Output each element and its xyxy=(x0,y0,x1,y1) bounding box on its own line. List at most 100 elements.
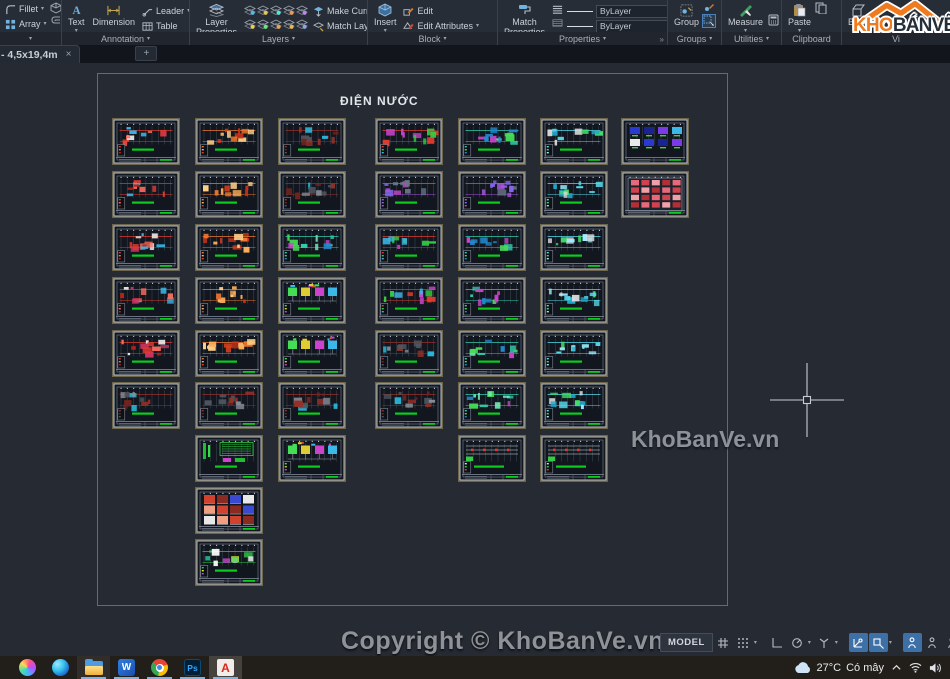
clipboard-panel-label[interactable]: Clipboard xyxy=(782,32,841,45)
sheet-thumbnail-r4c2[interactable] xyxy=(195,277,263,324)
chrome-taskbar-button[interactable] xyxy=(143,656,176,679)
layer-tool-icon-4[interactable] xyxy=(282,3,295,17)
sheet-thumbnail-r3c4[interactable] xyxy=(375,224,443,271)
text-button[interactable]: A Text ▾ xyxy=(66,2,87,32)
copilot-taskbar-button[interactable] xyxy=(11,656,44,679)
sheet-thumbnail-r6c2[interactable] xyxy=(195,382,263,429)
object-snap-tracking-icon[interactable] xyxy=(849,633,868,652)
insert-button[interactable]: Insert ▾ xyxy=(372,2,399,32)
sheet-thumbnail-r6c5[interactable] xyxy=(458,382,526,429)
ortho-mode-icon[interactable] xyxy=(768,633,787,652)
file-explorer-taskbar-button[interactable] xyxy=(77,656,110,679)
properties-panel-label[interactable]: Properties▾» xyxy=(498,32,667,45)
sheet-thumbnail-r5c3[interactable] xyxy=(278,330,346,377)
sheet-thumbnail-r4c5[interactable] xyxy=(458,277,526,324)
table-button[interactable]: Table xyxy=(141,19,189,32)
edit-attributes-button[interactable]: Edit Attributes ▾ xyxy=(403,19,480,32)
layout-tab[interactable]: - 4,5x19,4m × xyxy=(0,45,80,63)
word-taskbar-button[interactable]: W xyxy=(110,656,143,679)
block-panel-label[interactable]: Block▾ xyxy=(368,32,497,45)
calculator-icon[interactable] xyxy=(767,14,779,26)
sheet-thumbnail-r5c4[interactable] xyxy=(375,330,443,377)
sheet-thumbnail-r6c1[interactable] xyxy=(112,382,180,429)
sheet-thumbnail-r1c6[interactable] xyxy=(540,118,608,165)
linetype-dropdown[interactable]: ByLayer▾ xyxy=(596,20,667,33)
paste-button[interactable]: Paste ▾ xyxy=(786,2,813,32)
layer-tool-icon-2[interactable] xyxy=(256,3,269,17)
sheet-thumbnail-r1c1[interactable] xyxy=(112,118,180,165)
group-select-icon[interactable] xyxy=(703,15,715,27)
sheet-thumbnail-r2c4[interactable] xyxy=(375,171,443,218)
measure-button[interactable]: Measure ▾ xyxy=(726,2,765,32)
sheet-thumbnail-r5c2[interactable] xyxy=(195,330,263,377)
photoshop-taskbar-button[interactable]: Ps xyxy=(176,656,209,679)
match-layer-button[interactable]: Match Layer xyxy=(312,19,367,32)
wifi-icon[interactable] xyxy=(909,662,922,673)
annotation-panel-label[interactable]: Annotation▾ xyxy=(62,32,189,45)
match-properties-button[interactable]: Match Properties xyxy=(502,2,547,32)
sheet-thumbnail-r1c7[interactable] xyxy=(621,118,689,165)
sheet-thumbnail-r8c2[interactable] xyxy=(195,487,263,534)
annotation-visibility-icon[interactable] xyxy=(903,633,922,652)
layer-tool-icon-5[interactable] xyxy=(295,3,308,17)
block-edit-button[interactable]: Edit xyxy=(403,4,480,18)
sheet-thumbnail-r5c6[interactable] xyxy=(540,330,608,377)
weather-widget[interactable]: 27°C Có mây xyxy=(794,662,884,674)
layer-tool-icon-3[interactable] xyxy=(269,3,282,17)
sheet-thumbnail-r2c1[interactable] xyxy=(112,171,180,218)
layer-tool-icon-10[interactable] xyxy=(295,17,308,31)
sheet-thumbnail-r6c6[interactable] xyxy=(540,382,608,429)
offset-icon[interactable] xyxy=(50,15,61,27)
layer-tool-icon-1[interactable] xyxy=(243,3,256,17)
box-icon[interactable] xyxy=(50,2,61,14)
polar-tracking-icon[interactable] xyxy=(788,633,807,652)
annotation-scale-icon[interactable] xyxy=(943,633,950,652)
grid-display-icon[interactable] xyxy=(714,633,733,652)
sheet-thumbnail-r5c5[interactable] xyxy=(458,330,526,377)
sheet-thumbnail-r5c1[interactable] xyxy=(112,330,180,377)
tray-chevron-icon[interactable] xyxy=(891,662,902,673)
groups-panel-label[interactable]: Groups▾ xyxy=(668,32,721,45)
fillet-button[interactable]: Fillet ▾ xyxy=(4,2,47,16)
sheet-thumbnail-r1c2[interactable] xyxy=(195,118,263,165)
layer-tool-icon-8[interactable] xyxy=(269,17,282,31)
acrobat-taskbar-button[interactable]: A xyxy=(209,656,242,679)
layer-tool-icon-6[interactable] xyxy=(243,17,256,31)
sheet-thumbnail-r3c1[interactable] xyxy=(112,224,180,271)
object-snap-icon[interactable] xyxy=(869,633,888,652)
list-icon[interactable] xyxy=(551,3,563,15)
sheet-thumbnail-r4c4[interactable] xyxy=(375,277,443,324)
group-button[interactable]: Group xyxy=(672,2,701,28)
sheet-thumbnail-r6c4[interactable] xyxy=(375,382,443,429)
group-edit-icon[interactable] xyxy=(703,2,715,14)
layer-properties-button[interactable]: Layer Properties xyxy=(194,2,239,32)
drawing-canvas[interactable]: ĐIỆN NƯỚC KhoBanVe.vn Copyright © KhoBan… xyxy=(0,63,950,679)
sheet-thumbnail-r7c3[interactable] xyxy=(278,435,346,482)
color-dropdown[interactable]: ByLayer▾ xyxy=(596,5,667,18)
sheet-thumbnail-r9c2[interactable] xyxy=(195,539,263,586)
sheet-thumbnail-r1c4[interactable] xyxy=(375,118,443,165)
snap-mode-icon[interactable] xyxy=(734,633,753,652)
sheet-thumbnail-r2c6[interactable] xyxy=(540,171,608,218)
utilities-panel-label[interactable]: Utilities▾ xyxy=(722,32,781,45)
tab-close-icon[interactable]: × xyxy=(66,49,72,60)
sheet-thumbnail-r4c3[interactable] xyxy=(278,277,346,324)
sheet-thumbnail-r1c5[interactable] xyxy=(458,118,526,165)
sheet-thumbnail-r3c6[interactable] xyxy=(540,224,608,271)
sheet-thumbnail-r3c5[interactable] xyxy=(458,224,526,271)
sheet-thumbnail-r7c6[interactable] xyxy=(540,435,608,482)
new-tab-button[interactable]: + xyxy=(135,46,157,61)
layer-tool-icon-7[interactable] xyxy=(256,17,269,31)
sheet-thumbnail-r7c5[interactable] xyxy=(458,435,526,482)
dimension-button[interactable]: Dimension xyxy=(91,2,138,28)
edge-taskbar-button[interactable] xyxy=(44,656,77,679)
model-button[interactable]: MODEL xyxy=(660,633,713,652)
sheet-thumbnail-r2c7[interactable] xyxy=(621,171,689,218)
copy-clip-icon[interactable] xyxy=(815,2,827,14)
sheet-thumbnail-r3c2[interactable] xyxy=(195,224,263,271)
array-button[interactable]: Array ▾ xyxy=(4,17,47,31)
leader-button[interactable]: Leader ▾ xyxy=(141,4,189,18)
sheet-thumbnail-r7c2[interactable] xyxy=(195,435,263,482)
hatch-icon[interactable] xyxy=(551,16,563,28)
sheet-thumbnail-r1c3[interactable] xyxy=(278,118,346,165)
